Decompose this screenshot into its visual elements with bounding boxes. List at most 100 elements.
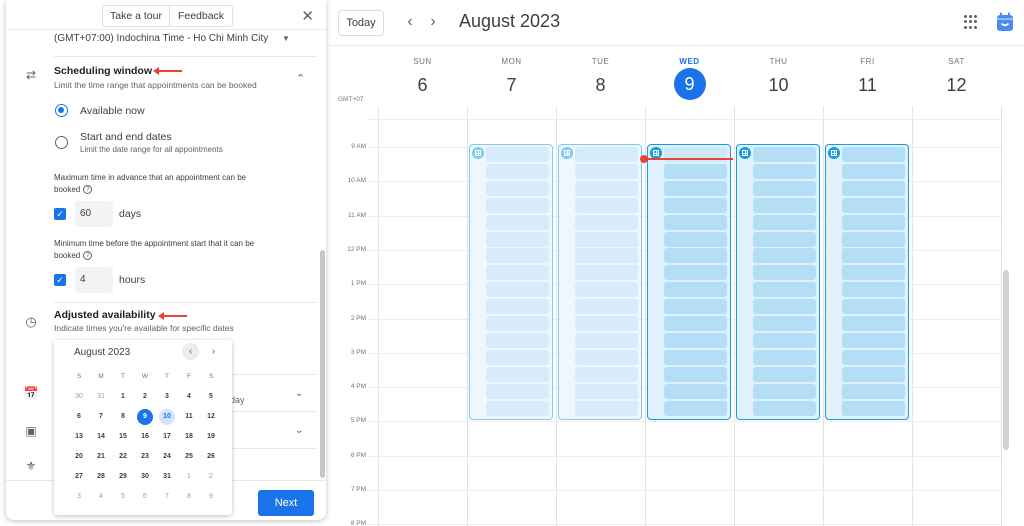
radio-available-now[interactable]: [55, 104, 68, 117]
appointment-slot[interactable]: [486, 265, 549, 281]
appointment-slot[interactable]: [842, 332, 905, 348]
chevron-right-icon[interactable]: ›: [205, 343, 222, 360]
next-button[interactable]: Next: [258, 490, 314, 516]
appointment-slot[interactable]: [486, 147, 549, 163]
appointment-slot[interactable]: [575, 366, 638, 382]
date-picker-day[interactable]: 23: [137, 449, 153, 465]
appointment-slot[interactable]: [486, 332, 549, 348]
day-header-sun[interactable]: SUN 6: [378, 57, 467, 100]
date-picker-day[interactable]: 30: [71, 389, 87, 405]
appointment-slot[interactable]: [842, 197, 905, 213]
max-advance-checkbox[interactable]: ✓: [54, 208, 66, 220]
appointment-slot[interactable]: [575, 400, 638, 416]
calendar-logo-icon[interactable]: [996, 12, 1014, 32]
date-picker-day[interactable]: 9: [137, 409, 153, 425]
appointment-slot[interactable]: [486, 299, 549, 315]
appointment-slot[interactable]: [664, 197, 727, 213]
availability-block-thu[interactable]: [736, 144, 820, 421]
date-picker-day[interactable]: 1: [181, 469, 197, 485]
date-picker-day[interactable]: 7: [93, 409, 109, 425]
appointment-slot[interactable]: [664, 265, 727, 281]
appointment-slot[interactable]: [664, 180, 727, 196]
appointment-slot[interactable]: [842, 282, 905, 298]
min-notice-checkbox[interactable]: ✓: [54, 274, 66, 286]
appointment-slot[interactable]: [486, 400, 549, 416]
appointment-slot[interactable]: [486, 214, 549, 230]
appointment-slot[interactable]: [842, 316, 905, 332]
appointment-slot[interactable]: [486, 248, 549, 264]
appointment-slot[interactable]: [842, 366, 905, 382]
appointment-slot[interactable]: [575, 214, 638, 230]
appointment-slot[interactable]: [753, 383, 816, 399]
chevron-down-icon[interactable]: ⌄: [295, 388, 303, 399]
appointment-slot[interactable]: [753, 265, 816, 281]
appointment-slot[interactable]: [664, 282, 727, 298]
appointment-slot[interactable]: [664, 231, 727, 247]
appointment-slot[interactable]: [575, 332, 638, 348]
date-picker-day[interactable]: 22: [115, 449, 131, 465]
take-tour-button[interactable]: Take a tour: [102, 5, 170, 27]
date-picker-day[interactable]: 4: [93, 489, 109, 505]
date-picker-day[interactable]: 7: [159, 489, 175, 505]
appointment-slot[interactable]: [575, 265, 638, 281]
day-header-thu[interactable]: THU 10: [734, 57, 823, 100]
date-picker-day[interactable]: 4: [181, 389, 197, 405]
appointment-slot[interactable]: [842, 248, 905, 264]
date-picker-day[interactable]: 11: [181, 409, 197, 425]
appointment-slot[interactable]: [842, 299, 905, 315]
appointment-slot[interactable]: [486, 316, 549, 332]
appointment-slot[interactable]: [842, 400, 905, 416]
appointment-slot[interactable]: [486, 349, 549, 365]
appointment-slot[interactable]: [664, 163, 727, 179]
appointment-slot[interactable]: [486, 231, 549, 247]
max-advance-input[interactable]: 60: [75, 201, 113, 227]
appointment-slot[interactable]: [486, 282, 549, 298]
date-picker-day[interactable]: 8: [115, 409, 131, 425]
appointment-slot[interactable]: [842, 231, 905, 247]
close-icon[interactable]: ✕: [301, 7, 314, 25]
date-picker-day[interactable]: 5: [115, 489, 131, 505]
appointment-slot[interactable]: [753, 332, 816, 348]
date-picker-day[interactable]: 1: [115, 389, 131, 405]
date-picker-day[interactable]: 25: [181, 449, 197, 465]
help-icon[interactable]: ?: [83, 251, 93, 261]
panel-scrollbar[interactable]: [320, 250, 325, 478]
date-picker-day[interactable]: 6: [71, 409, 87, 425]
date-picker-day[interactable]: 8: [181, 489, 197, 505]
date-picker-day[interactable]: 13: [71, 429, 87, 445]
date-picker-day[interactable]: 9: [203, 489, 219, 505]
day-number[interactable]: 12: [912, 70, 1001, 100]
date-picker-day[interactable]: 19: [203, 429, 219, 445]
date-picker-day[interactable]: 10: [159, 409, 175, 425]
day-header-wed[interactable]: WED 9: [645, 57, 734, 100]
chevron-down-icon[interactable]: ⌄: [295, 425, 303, 436]
appointment-slot[interactable]: [575, 282, 638, 298]
day-number[interactable]: 11: [823, 70, 912, 100]
chevron-right-icon[interactable]: ›: [425, 12, 441, 32]
appointment-slot[interactable]: [575, 299, 638, 315]
appointment-slot[interactable]: [575, 248, 638, 264]
date-picker-day[interactable]: 15: [115, 429, 131, 445]
appointment-slot[interactable]: [664, 214, 727, 230]
appointment-slot[interactable]: [753, 197, 816, 213]
radio-start-end-dates[interactable]: [55, 136, 68, 149]
appointment-slot[interactable]: [664, 383, 727, 399]
date-picker-day[interactable]: 31: [159, 469, 175, 485]
appointment-slot[interactable]: [842, 163, 905, 179]
appointment-slot[interactable]: [575, 180, 638, 196]
help-icon[interactable]: ?: [83, 185, 93, 195]
appointment-slot[interactable]: [575, 349, 638, 365]
day-header-fri[interactable]: FRI 11: [823, 57, 912, 100]
appointment-slot[interactable]: [664, 366, 727, 382]
appointment-slot[interactable]: [486, 383, 549, 399]
appointment-slot[interactable]: [575, 316, 638, 332]
appointment-slot[interactable]: [842, 265, 905, 281]
availability-block-tue[interactable]: [558, 144, 642, 421]
date-picker-day[interactable]: 26: [203, 449, 219, 465]
date-picker-day[interactable]: 14: [93, 429, 109, 445]
appointment-slot[interactable]: [664, 316, 727, 332]
appointment-slot[interactable]: [486, 366, 549, 382]
chevron-up-icon[interactable]: ⌃: [296, 72, 305, 85]
date-picker-day[interactable]: 28: [93, 469, 109, 485]
adjusted-availability-title[interactable]: Adjusted availability: [54, 309, 156, 321]
